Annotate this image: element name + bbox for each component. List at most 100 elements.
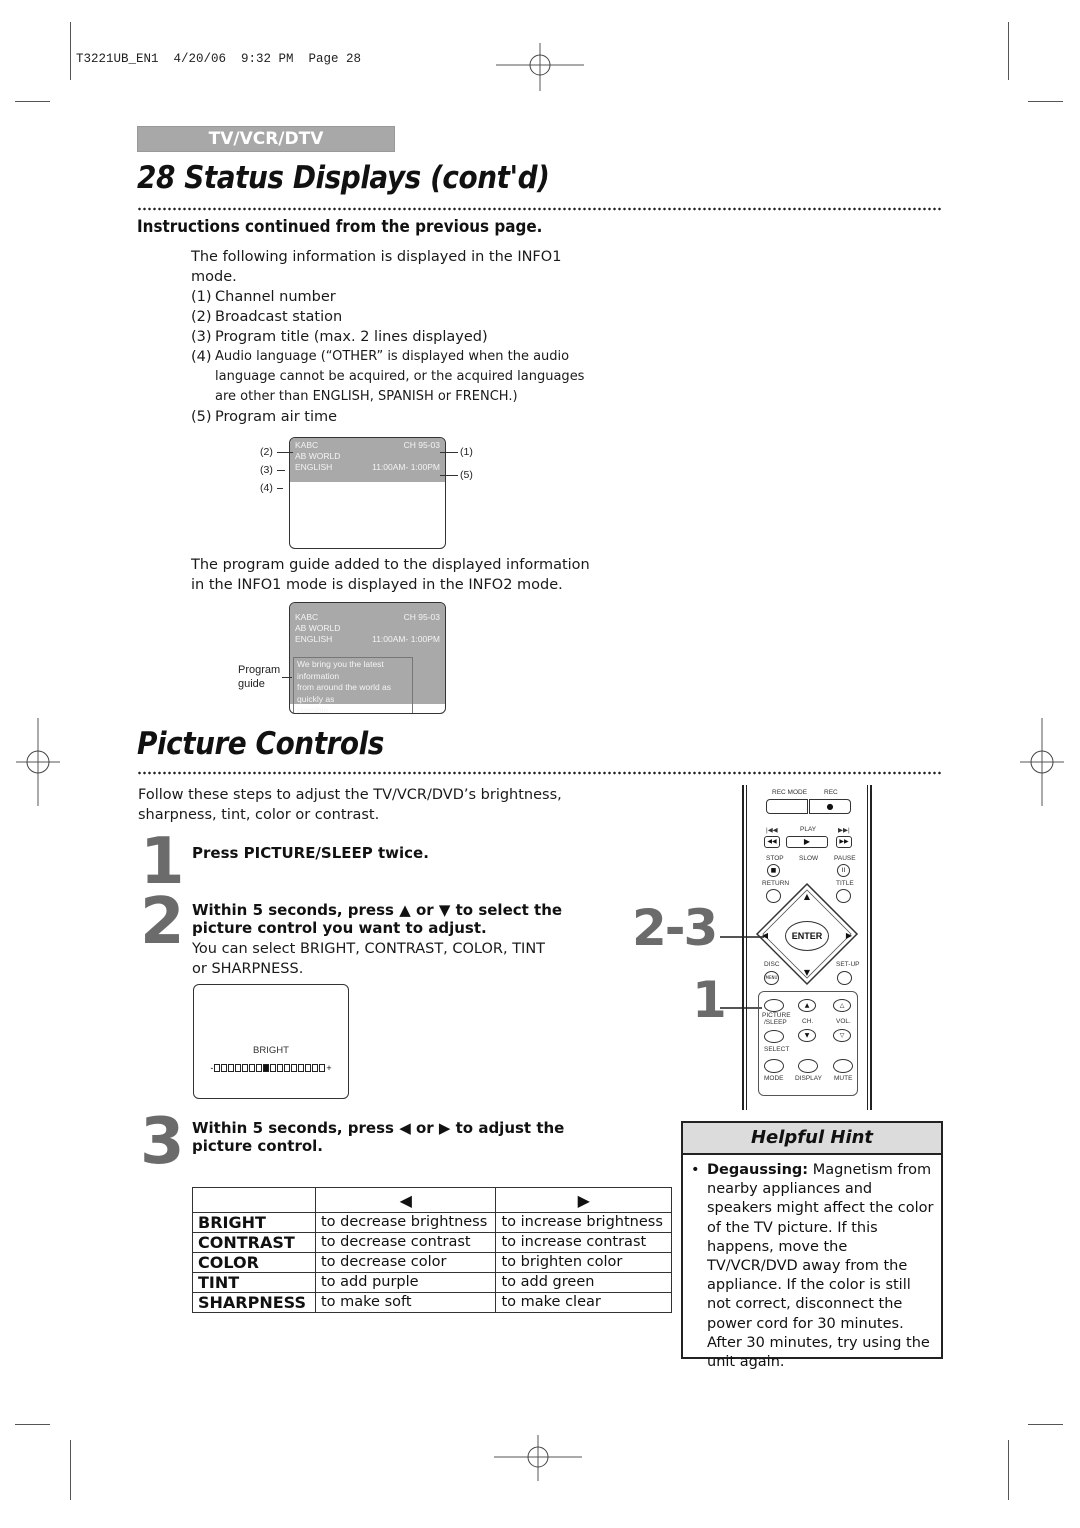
registration-mark-top <box>496 43 584 91</box>
guide-line: We bring you the latest information <box>297 659 384 681</box>
enter-button[interactable]: ENTER <box>785 921 829 951</box>
helpful-hint-box: Helpful Hint • Degaussing: Magnetism fro… <box>681 1121 943 1370</box>
remote-control: REC MODE REC ● |◀◀ PLAY ▶▶| ◀◀ ▶ ▶▶ STOP… <box>742 785 872 1110</box>
step-3: Within 5 seconds, press ◀ or ▶ to adjust… <box>192 1119 564 1155</box>
control-name: BRIGHT <box>192 1212 316 1233</box>
air-time: 11:00AM- 1:00PM <box>372 634 440 644</box>
step-3-title: Within 5 seconds, press ◀ or ▶ to adjust… <box>192 1119 565 1137</box>
crop-mark <box>70 22 71 80</box>
table-row: SHARPNESS to make soft to make clear <box>192 1292 672 1313</box>
right-arrow-button[interactable]: ▶ <box>842 929 856 943</box>
info1-description: The following information is displayed i… <box>191 247 591 427</box>
header-cell-left: ◀ <box>314 1187 497 1213</box>
right-effect: to increase brightness <box>495 1212 672 1233</box>
mute-label: MUTE <box>834 1075 853 1082</box>
left-effect: to decrease contrast <box>314 1232 497 1253</box>
section-title: Picture Controls <box>137 726 384 762</box>
osd-label: BRIGHT <box>253 1045 289 1056</box>
stop-button[interactable]: ■ <box>767 864 780 877</box>
skip-back-icon: |◀◀ <box>766 827 778 834</box>
right-effect: to increase contrast <box>495 1232 672 1253</box>
level-cell <box>249 1064 256 1072</box>
hint-bold: Degaussing: <box>707 1162 809 1178</box>
step-number: 2 <box>140 885 185 959</box>
picture-osd-screen: BRIGHT - + <box>193 984 349 1099</box>
callout-line <box>277 470 285 471</box>
program-guide-label: Program <box>238 664 281 676</box>
info1-screen: KABC CH 95-03 AB WORLD ENGLISH 11:00AM- 1:… <box>289 437 446 549</box>
level-cell <box>312 1064 319 1072</box>
step-2-body: or SHARPNESS. <box>192 961 304 977</box>
setup-button[interactable] <box>837 971 852 985</box>
fast-forward-button[interactable]: ▶▶ <box>836 836 852 848</box>
channel-label: CH. <box>802 1018 814 1025</box>
level-slider: - + <box>194 1063 348 1073</box>
play-button[interactable]: ▶ <box>786 836 828 848</box>
crop-mark <box>1028 101 1063 102</box>
registration-mark-bottom <box>494 1435 582 1481</box>
channel-up-button[interactable]: ▲ <box>798 999 816 1012</box>
audio-language: ENGLISH <box>295 462 333 472</box>
volume-up-button[interactable]: △ <box>833 999 851 1012</box>
control-name: CONTRAST <box>192 1232 316 1253</box>
crop-mark <box>1008 22 1009 80</box>
guide-line: possible. <box>297 705 331 714</box>
print-slug: T3221UB_EN1 4/20/06 9:32 PM Page 28 <box>76 52 362 66</box>
pause-button[interactable]: II <box>837 864 850 877</box>
callout-line <box>440 452 458 453</box>
left-effect: to add purple <box>314 1272 497 1293</box>
disc-menu-button[interactable]: MENU <box>764 971 779 985</box>
channel: CH 95-03 <box>403 612 440 622</box>
table-row: BRIGHT to decrease brightness to increase … <box>192 1212 672 1233</box>
rec-mode-button[interactable] <box>766 799 808 814</box>
select-button[interactable] <box>764 1030 784 1043</box>
callout-5: (5) <box>460 469 473 481</box>
channel: CH 95-03 <box>403 440 440 450</box>
rec-button[interactable]: ● <box>809 799 851 814</box>
remote-edge <box>746 785 747 1110</box>
remote-edge <box>867 785 868 1110</box>
down-arrow-button[interactable]: ▼ <box>797 967 817 979</box>
level-cell <box>277 1064 284 1072</box>
setup-label: SET-UP <box>836 961 860 968</box>
crop-mark <box>70 1440 71 1500</box>
remote-edge <box>870 785 872 1110</box>
audio-language: ENGLISH <box>295 634 333 644</box>
rec-mode-label: REC MODE <box>772 789 808 796</box>
volume-down-button[interactable]: ▽ <box>833 1029 851 1042</box>
display-button[interactable] <box>798 1059 818 1073</box>
callout-1: (1) <box>460 446 473 458</box>
channel-down-button[interactable]: ▼ <box>798 1029 816 1042</box>
control-name: TINT <box>192 1272 316 1293</box>
crop-mark <box>15 1424 50 1425</box>
program-title: AB WORLD <box>295 623 341 633</box>
level-cell <box>256 1064 263 1072</box>
page-title: 28 Status Displays (cont'd) <box>137 160 550 196</box>
mode-button[interactable] <box>764 1059 784 1073</box>
table-header: ◀ ▶ <box>192 1187 672 1213</box>
left-arrow-button[interactable]: ◀ <box>758 929 772 943</box>
hint-body: • Degaussing: Magnetism from nearby appl… <box>683 1155 941 1372</box>
program-title: AB WORLD <box>295 451 341 461</box>
left-effect: to decrease color <box>314 1252 497 1273</box>
section-tab: TV/VCR/DTV <box>137 126 395 152</box>
crop-mark <box>1028 1424 1063 1425</box>
header-cell <box>192 1187 316 1213</box>
crop-mark <box>1008 1440 1009 1500</box>
level-cell <box>214 1064 221 1072</box>
up-arrow-button[interactable]: ▲ <box>797 891 817 903</box>
slow-label: SLOW <box>799 855 819 862</box>
program-guide-box: We bring you the latest information from… <box>293 657 413 714</box>
disc-label: DISC <box>764 961 780 968</box>
callout-3: (3) <box>260 464 273 476</box>
level-cell <box>221 1064 228 1072</box>
rewind-button[interactable]: ◀◀ <box>764 836 780 848</box>
mute-button[interactable] <box>833 1059 853 1073</box>
level-cell <box>235 1064 242 1072</box>
picture-sleep-button[interactable] <box>764 999 784 1012</box>
callout-line <box>277 488 283 489</box>
level-indicator <box>263 1064 270 1072</box>
step-number: 3 <box>140 1105 185 1179</box>
level-cell <box>305 1064 312 1072</box>
intro-line: mode. <box>191 269 237 285</box>
